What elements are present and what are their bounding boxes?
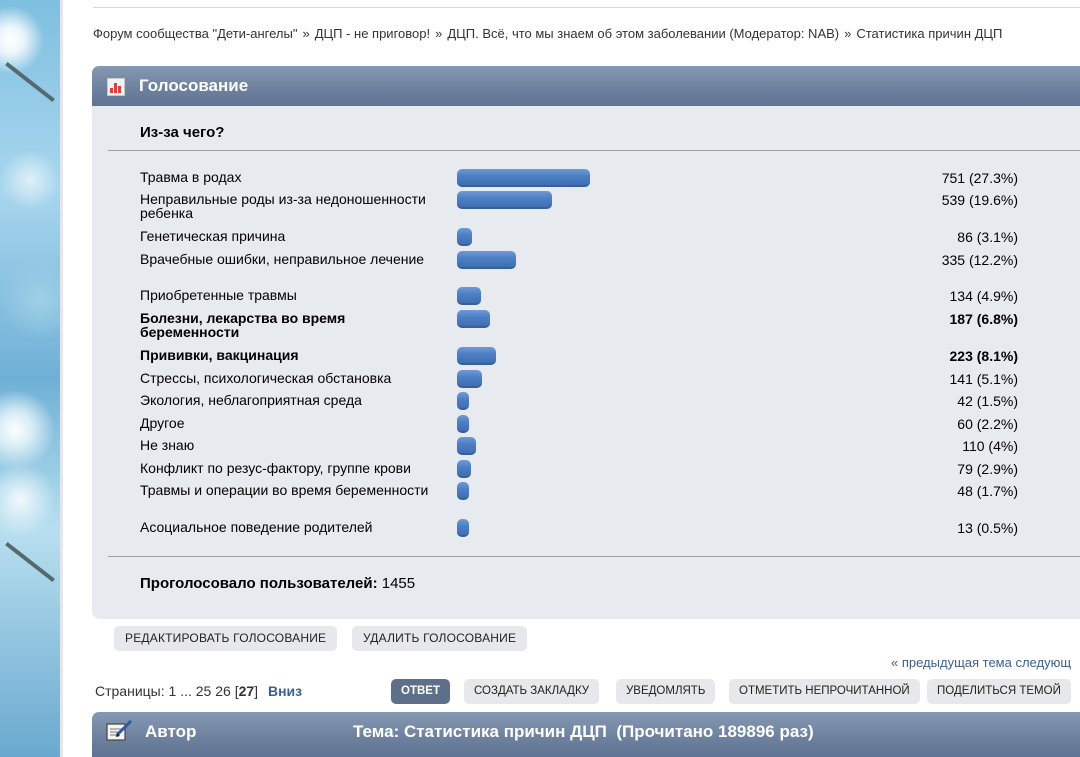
pagination: Страницы: 1 ... 25 26 [27] Вниз bbox=[95, 683, 303, 699]
poll-option-label: Прививки, вакцинация bbox=[140, 347, 299, 363]
poll-option-label: Травмы и операции во время беременности bbox=[140, 482, 429, 498]
page-link[interactable]: 1 bbox=[169, 683, 177, 699]
current-page: 27 bbox=[238, 683, 255, 699]
poll-option-count: 110 (4%) bbox=[962, 438, 1018, 454]
poll-option-count: 60 (2.2%) bbox=[957, 416, 1018, 432]
poll-option-count: 134 (4.9%) bbox=[949, 288, 1018, 304]
page-link[interactable]: 25 bbox=[196, 683, 212, 699]
poll-header: Голосование bbox=[92, 66, 1080, 106]
voters-count: 1455 bbox=[381, 575, 416, 592]
top-divider bbox=[93, 7, 1080, 8]
delete-poll-button[interactable]: УДАЛИТЬ ГОЛОСОВАНИЕ bbox=[352, 626, 528, 651]
reply-button[interactable]: ОТВЕТ bbox=[391, 679, 450, 704]
poll-chart-icon bbox=[107, 78, 125, 96]
poll-option-label: Асоциальное поведение родителей bbox=[140, 519, 373, 535]
share-topic-button[interactable]: ПОДЕЛИТЬСЯ ТЕМОЙ bbox=[927, 679, 1071, 704]
poll-option-bar bbox=[457, 370, 482, 388]
left-decoration bbox=[0, 0, 60, 757]
poll-option-count: 48 (1.7%) bbox=[957, 483, 1018, 499]
poll-option-bar bbox=[457, 191, 552, 209]
author-column-label: Автор bbox=[145, 722, 197, 741]
poll-option-count: 223 (8.1%) bbox=[949, 348, 1018, 364]
author-post-icon bbox=[106, 719, 133, 741]
poll-panel: Из-за чего? Травма в родах 751 (27.3%) Неп… bbox=[92, 106, 1080, 619]
notify-button[interactable]: УВЕДОМЛЯТЬ bbox=[616, 679, 716, 704]
breadcrumb-separator: » bbox=[435, 26, 443, 41]
breadcrumb-topic[interactable]: Статистика причин ДЦП bbox=[856, 26, 1002, 41]
poll-option-count: 187 (6.8%) bbox=[949, 311, 1018, 327]
edit-poll-button[interactable]: РЕДАКТИРОВАТЬ ГОЛОСОВАНИЕ bbox=[114, 626, 338, 651]
poll-option-bar bbox=[457, 347, 496, 365]
poll-option-count: 86 (3.1%) bbox=[957, 229, 1018, 245]
bookmark-button[interactable]: СОЗДАТЬ ЗАКЛАДКУ bbox=[464, 679, 600, 704]
poll-option-label: Другое bbox=[140, 415, 185, 431]
poll-option-label: Врачебные ошибки, неправильное лечение bbox=[140, 251, 425, 267]
poll-option-bar bbox=[457, 392, 469, 410]
poll-option-count: 79 (2.9%) bbox=[957, 461, 1018, 477]
go-down-link[interactable]: Вниз bbox=[268, 683, 302, 699]
poll-option-label: Травма в родах bbox=[140, 169, 242, 185]
poll-divider-bottom bbox=[108, 556, 1080, 557]
poll-option-label: Приобретенные травмы bbox=[140, 287, 297, 303]
poll-option-bar bbox=[457, 460, 471, 478]
poll-option-label: Генетическая причина bbox=[140, 228, 286, 244]
page-link[interactable]: 26 bbox=[215, 683, 231, 699]
poll-option-count: 751 (27.3%) bbox=[941, 170, 1018, 186]
poll-divider-top bbox=[108, 150, 1080, 151]
poll-option-count: 42 (1.5%) bbox=[957, 393, 1018, 409]
prev-next-topic-link[interactable]: « предыдущая тема следующ bbox=[891, 655, 1071, 670]
poll-option-count: 335 (12.2%) bbox=[941, 252, 1018, 268]
page-ellipsis: ... bbox=[180, 683, 192, 699]
mark-unread-button[interactable]: ОТМЕТИТЬ НЕПРОЧИТАННОЙ bbox=[729, 679, 920, 704]
breadcrumb-forum[interactable]: Форум сообщества "Дети-ангелы" bbox=[93, 26, 297, 41]
voters-label: Проголосовало пользователей: bbox=[140, 575, 378, 592]
poll-option-label: Экология, неблагоприятная среда bbox=[140, 392, 362, 408]
poll-option-bar bbox=[457, 228, 472, 246]
topic-title: Тема: Статистика причин ДЦП (Прочитано 1… bbox=[353, 722, 814, 741]
poll-option-bar bbox=[457, 169, 590, 187]
breadcrumb-separator: » bbox=[844, 26, 852, 41]
poll-option-label: Не знаю bbox=[140, 437, 195, 453]
breadcrumb: Форум сообщества "Дети-ангелы" » ДЦП - не … bbox=[93, 26, 1002, 41]
breadcrumb-separator: » bbox=[302, 26, 310, 41]
topic-header: Автор Тема: Статистика причин ДЦП (Прочи… bbox=[92, 712, 1080, 757]
poll-option-label: Стрессы, психологическая обстановка bbox=[140, 370, 392, 386]
poll-option-label: Болезни, лекарства во время беременности bbox=[140, 310, 346, 340]
poll-option-bar bbox=[457, 251, 516, 269]
poll-question: Из-за чего? bbox=[140, 124, 225, 141]
breadcrumb-subboard[interactable]: ДЦП. Всё, что мы знаем об этом заболеван… bbox=[447, 26, 839, 41]
poll-option-label: Конфликт по резус-фактору, группе крови bbox=[140, 460, 411, 476]
page-edge bbox=[60, 0, 63, 757]
poll-option-bar bbox=[457, 437, 476, 455]
poll-option-bar bbox=[457, 310, 490, 328]
pagination-label: Страницы: bbox=[95, 683, 165, 699]
breadcrumb-board[interactable]: ДЦП - не приговор! bbox=[315, 26, 430, 41]
poll-option-count: 141 (5.1%) bbox=[949, 371, 1018, 387]
poll-option-bar bbox=[457, 519, 469, 537]
poll-option-count: 13 (0.5%) bbox=[957, 520, 1018, 536]
poll-option-label: Неправильные роды из-за недоношенности р… bbox=[140, 191, 426, 221]
poll-header-title: Голосование bbox=[139, 76, 249, 95]
poll-option-bar bbox=[457, 415, 469, 433]
poll-option-count: 539 (19.6%) bbox=[941, 192, 1018, 208]
poll-option-bar bbox=[457, 482, 469, 500]
poll-option-bar bbox=[457, 287, 481, 305]
poll-voters: Проголосовало пользователей: 1455 bbox=[140, 575, 415, 592]
